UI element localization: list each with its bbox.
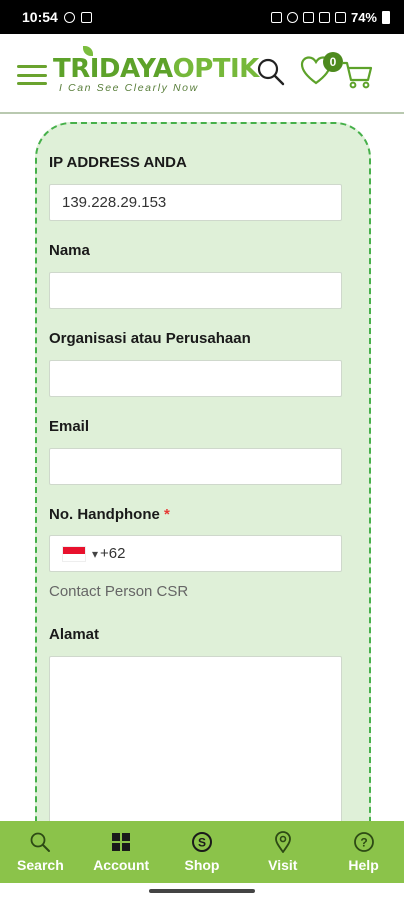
ip-address-value: 139.228.29.153 bbox=[62, 194, 167, 211]
email-label: Email bbox=[49, 418, 90, 435]
help-icon: ? bbox=[353, 832, 374, 852]
signal-icon bbox=[334, 11, 346, 23]
svg-text:?: ? bbox=[360, 836, 367, 850]
indonesia-flag-icon[interactable] bbox=[62, 545, 86, 562]
phone-helper-text: Contact Person CSR bbox=[49, 583, 189, 600]
phone-label: No. Handphone * bbox=[49, 506, 170, 523]
address-field[interactable] bbox=[49, 656, 342, 836]
nav-search[interactable]: Search bbox=[0, 821, 81, 883]
cart-button[interactable] bbox=[340, 60, 374, 90]
ip-address-label: IP ADDRESS ANDA bbox=[49, 154, 187, 171]
mute-icon bbox=[302, 11, 314, 23]
svg-text:S: S bbox=[198, 836, 206, 850]
search-button[interactable] bbox=[255, 56, 287, 88]
nav-account[interactable]: Account bbox=[81, 821, 162, 883]
header-divider bbox=[0, 112, 404, 114]
map-pin-icon bbox=[274, 831, 291, 853]
required-marker: * bbox=[164, 506, 170, 523]
logo-accent-text: OPTIK bbox=[172, 54, 260, 84]
search-icon bbox=[30, 832, 51, 852]
bottom-nav: Search Account S Shop Visit ? Help bbox=[0, 821, 404, 883]
menu-icon[interactable] bbox=[17, 65, 47, 85]
phone-label-text: No. Handphone bbox=[49, 506, 160, 523]
phone-value: +62 bbox=[100, 545, 126, 562]
wifi-icon bbox=[318, 11, 330, 23]
nav-visit[interactable]: Visit bbox=[242, 821, 323, 883]
name-field[interactable] bbox=[49, 272, 342, 309]
lock-icon bbox=[270, 11, 282, 23]
contact-form: IP ADDRESS ANDA 139.228.29.153 Nama Orga… bbox=[35, 122, 371, 882]
site-logo[interactable]: TRIDAYAOPTIK I Can See Clearly Now bbox=[53, 46, 259, 102]
whatsapp-icon bbox=[63, 11, 75, 23]
image-icon bbox=[80, 11, 92, 23]
system-gesture-bar bbox=[0, 883, 404, 900]
status-bar: 10:54 74% bbox=[0, 0, 404, 34]
nav-shop[interactable]: S Shop bbox=[162, 821, 243, 883]
windows-icon bbox=[112, 833, 131, 851]
battery-icon bbox=[382, 10, 390, 24]
nav-account-label: Account bbox=[93, 857, 150, 873]
alarm-icon bbox=[286, 11, 298, 23]
nav-help-label: Help bbox=[348, 857, 379, 873]
cart-icon bbox=[342, 61, 373, 89]
home-handle[interactable] bbox=[149, 889, 255, 893]
ip-address-field[interactable]: 139.228.29.153 bbox=[49, 184, 342, 221]
organization-field[interactable] bbox=[49, 360, 342, 397]
battery-percent: 74% bbox=[350, 9, 377, 25]
email-field[interactable] bbox=[49, 448, 342, 485]
nav-shop-label: Shop bbox=[184, 857, 220, 873]
country-dropdown-icon[interactable]: ▾ bbox=[92, 547, 98, 561]
logo-main-text: TRIDAYA bbox=[53, 54, 173, 84]
status-time: 10:54 bbox=[22, 9, 58, 25]
nav-help[interactable]: ? Help bbox=[323, 821, 404, 883]
nav-search-label: Search bbox=[17, 857, 64, 873]
skype-icon: S bbox=[191, 832, 212, 852]
site-header: TRIDAYAOPTIK I Can See Clearly Now 0 bbox=[0, 34, 404, 112]
phone-field[interactable]: ▾ +62 bbox=[49, 535, 342, 572]
name-label: Nama bbox=[49, 242, 90, 259]
nav-visit-label: Visit bbox=[268, 857, 298, 873]
organization-label: Organisasi atau Perusahaan bbox=[49, 330, 251, 347]
search-icon bbox=[257, 58, 285, 86]
address-label: Alamat bbox=[49, 626, 100, 643]
